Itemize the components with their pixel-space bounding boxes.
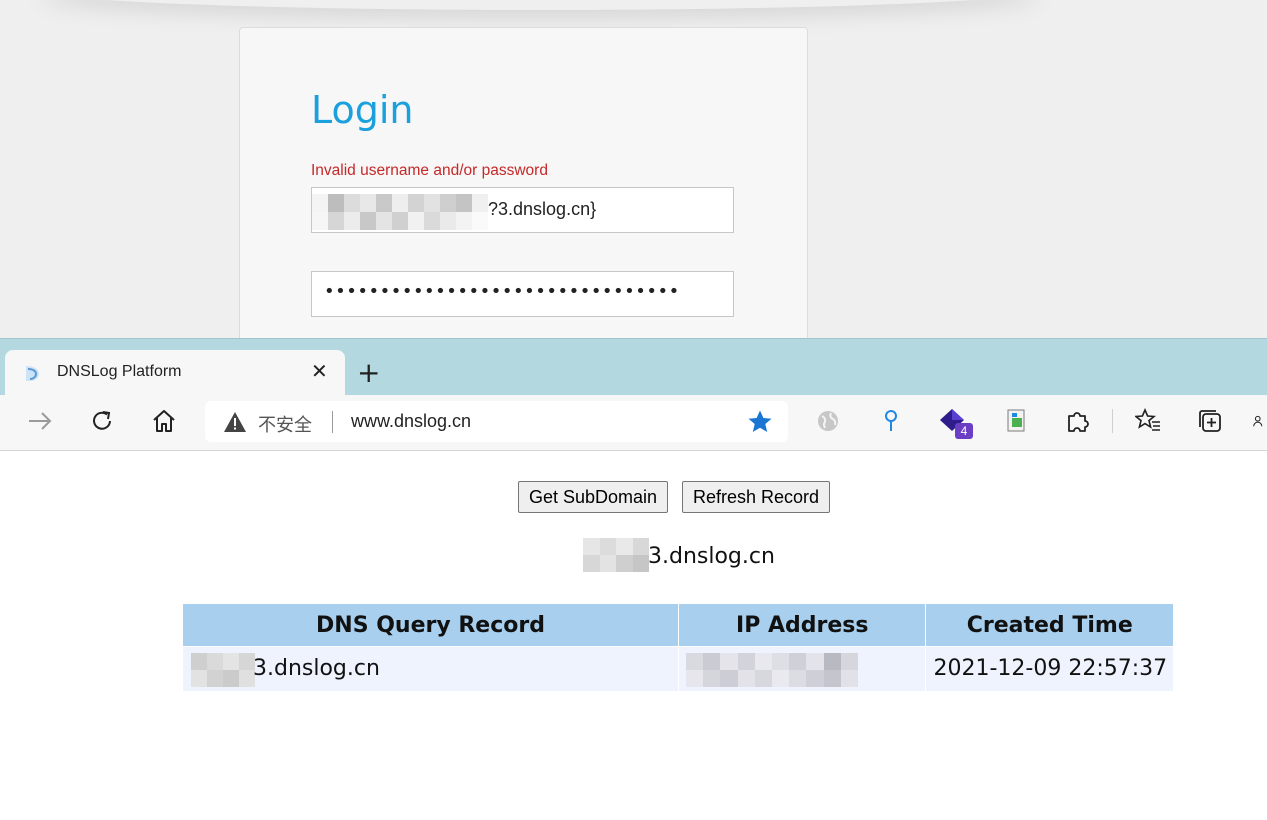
cell-created-time: 2021-12-09 22:57:37 — [926, 647, 1173, 691]
favorite-star-icon[interactable] — [747, 409, 773, 435]
dnslog-favicon-icon — [26, 366, 39, 381]
password-field[interactable]: •••••••••••••••••••••••••••••••• — [311, 271, 734, 317]
tab-dnslog[interactable]: DNSLog Platform ✕ — [5, 350, 345, 396]
get-subdomain-button[interactable]: Get SubDomain — [518, 481, 669, 513]
redacted-ip-address — [686, 653, 858, 687]
profile-icon — [1253, 415, 1263, 427]
collections-button[interactable] — [1196, 407, 1224, 435]
sheet-extension-button[interactable] — [1002, 407, 1030, 435]
dnslog-page: Get SubDomain Refresh Record 3.dnslog.cn… — [0, 451, 1267, 820]
forward-icon — [29, 412, 52, 430]
header-dns-query-record: DNS Query Record — [183, 604, 678, 646]
username-field[interactable]: ?3.dnslog.cn} — [311, 187, 734, 233]
created-time-text: 2021-12-09 22:57:37 — [933, 656, 1168, 681]
tab-strip: DNSLog Platform ✕ + — [0, 338, 1267, 396]
browser-toolbar: 不安全 www.dnslog.cn 4 — [0, 395, 1267, 451]
collections-icon — [1199, 410, 1221, 432]
insecure-label[interactable]: 不安全 — [258, 411, 312, 437]
cell-ip-address — [679, 647, 926, 691]
redacted-username — [312, 194, 488, 230]
home-icon — [153, 410, 175, 432]
login-page: Login Invalid username and/or password ?… — [0, 0, 1267, 338]
redacted-dns-prefix — [191, 653, 255, 687]
refresh-icon — [93, 411, 111, 430]
favorites-button[interactable] — [1134, 407, 1162, 435]
forward-button[interactable] — [26, 407, 54, 435]
new-tab-button[interactable]: + — [357, 359, 380, 387]
address-divider — [332, 411, 333, 433]
table-row: 3.dnslog.cn 2021-12-09 22:57:37 — [183, 647, 1173, 691]
tab-title: DNSLog Platform — [57, 363, 182, 380]
url-text[interactable]: www.dnslog.cn — [351, 411, 471, 432]
dns-record-text: 3.dnslog.cn — [253, 656, 380, 681]
sheet-icon — [1007, 409, 1025, 432]
redacted-subdomain-prefix — [583, 538, 649, 572]
login-title: Login — [311, 88, 414, 132]
cell-dns-query-record: 3.dnslog.cn — [183, 647, 678, 691]
extension-badge: 4 — [955, 423, 973, 439]
warning-icon[interactable] — [223, 411, 247, 433]
profile-button[interactable] — [1252, 407, 1267, 435]
address-bar[interactable]: 不安全 www.dnslog.cn — [205, 401, 788, 442]
login-error-message: Invalid username and/or password — [311, 162, 548, 179]
favorites-icon — [1135, 408, 1160, 431]
home-button[interactable] — [150, 407, 178, 435]
tab-close-icon[interactable]: ✕ — [311, 361, 328, 381]
table-header-row: DNS Query Record IP Address Created Time — [183, 604, 1173, 646]
extensions-button[interactable] — [1064, 407, 1092, 435]
username-value: ?3.dnslog.cn} — [488, 199, 597, 219]
refresh-record-button[interactable]: Refresh Record — [682, 481, 831, 513]
subdomain-text: 3.dnslog.cn — [648, 544, 775, 569]
refresh-button[interactable] — [88, 407, 116, 435]
top-shadow — [40, 0, 1040, 10]
dns-record-table: DNS Query Record IP Address Created Time… — [182, 603, 1174, 692]
header-ip-address: IP Address — [679, 604, 926, 646]
globe-icon — [818, 411, 838, 431]
globe-extension-button[interactable] — [814, 407, 842, 435]
pin-extension-button[interactable] — [877, 407, 905, 435]
puzzle-icon — [1068, 412, 1089, 432]
pin-icon — [885, 410, 897, 431]
header-created-time: Created Time — [926, 604, 1173, 646]
browser-window: DNSLog Platform ✕ + 不安全 www.dnslog.cn 4 … — [0, 338, 1267, 820]
password-value: •••••••••••••••••••••••••••••••• — [324, 281, 680, 302]
toolbar-separator — [1112, 409, 1113, 433]
